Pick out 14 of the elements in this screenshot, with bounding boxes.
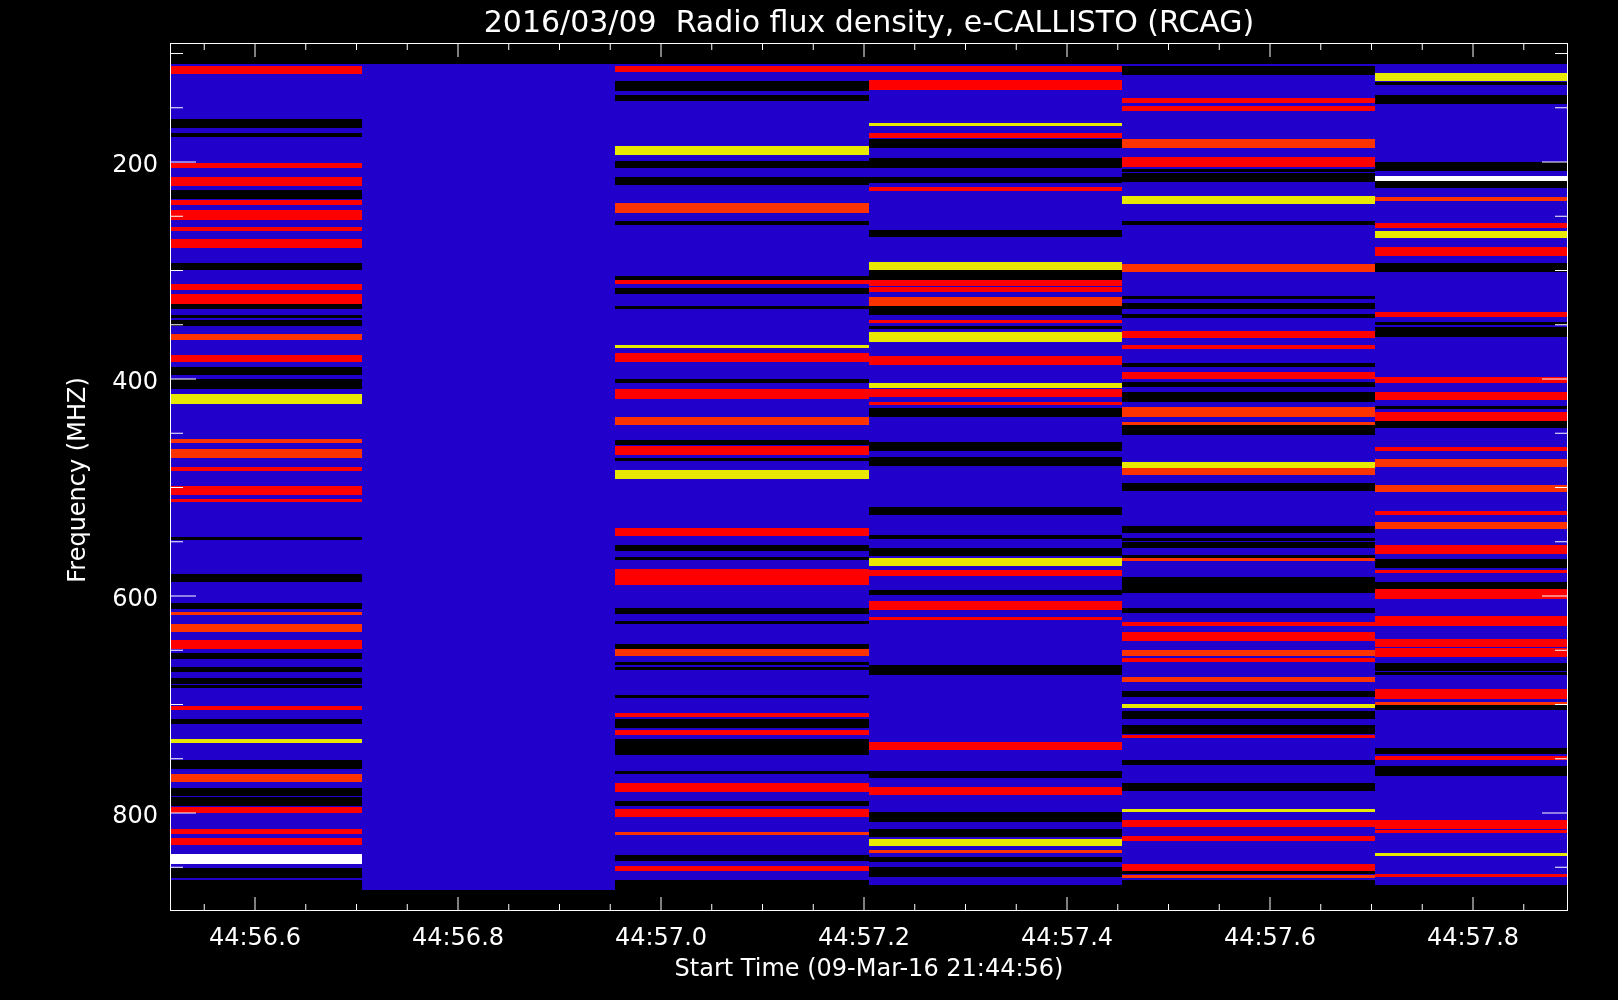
y-tick-label: 200 — [112, 150, 158, 178]
y-axis-label: Frequency (MHZ) — [63, 377, 91, 583]
x-tick-label: 44:56.6 — [208, 923, 302, 951]
x-tick-label: 44:56.8 — [411, 923, 505, 951]
y-tick-label: 600 — [112, 584, 158, 612]
x-tick-label: 44:57.4 — [1020, 923, 1114, 951]
y-tick-label: 400 — [112, 367, 158, 395]
x-tick-label: 44:57.2 — [817, 923, 911, 951]
x-tick-label: 44:57.0 — [614, 923, 708, 951]
x-tick-label: 44:57.6 — [1223, 923, 1317, 951]
chart-title: 2016/03/09 Radio flux density, e-CALLISTO (RCAG) — [483, 4, 1255, 39]
y-tick-label: 800 — [112, 801, 158, 829]
x-axis-label: Start Time (09-Mar-16 21:44:56) — [674, 954, 1064, 982]
x-tick-label: 44:57.8 — [1426, 923, 1520, 951]
